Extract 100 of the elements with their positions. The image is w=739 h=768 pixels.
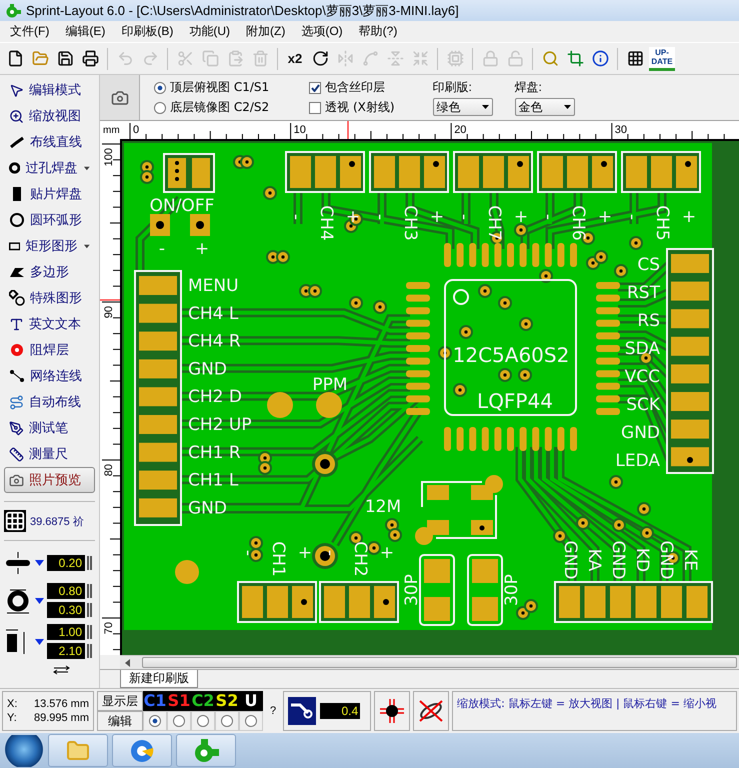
caret-icon[interactable]	[84, 166, 90, 170]
spin-handle-icon[interactable]	[87, 556, 92, 570]
taskbar-button[interactable]	[176, 734, 236, 767]
menu-item[interactable]: 帮助(?)	[350, 23, 406, 40]
start-button[interactable]	[4, 734, 44, 766]
view-radio[interactable]: 底层镜像图 C2/S2	[154, 99, 270, 116]
switch-label: ON/OFF	[150, 196, 214, 216]
radio-button[interactable]	[154, 102, 166, 114]
radio-button[interactable]	[154, 82, 166, 94]
view-checkbox[interactable]: 透视 (X射线)	[309, 99, 395, 116]
layer-toggle[interactable]: C1	[143, 692, 167, 710]
chip-icon	[446, 50, 464, 67]
update-button[interactable]: UP-DATE	[649, 46, 675, 70]
text-icon	[9, 316, 24, 332]
view-checkbox[interactable]: 包含丝印层	[309, 79, 395, 96]
value-field[interactable]: 0.20	[47, 555, 85, 571]
spin-handle-icon[interactable]	[87, 644, 92, 658]
unlock-icon	[506, 50, 524, 67]
value-field[interactable]: 0.80	[47, 583, 85, 599]
menu-item[interactable]: 附加(Z)	[238, 23, 294, 40]
polarity-label: +	[514, 207, 528, 227]
crosshair-button[interactable]	[374, 691, 410, 731]
menu-item[interactable]: 印刷板(B)	[113, 23, 182, 40]
pin-label: CH4 L	[188, 304, 238, 324]
help-mark[interactable]: ?	[266, 705, 280, 717]
spin-handle-icon[interactable]	[87, 625, 92, 639]
spin-handle-icon[interactable]	[87, 584, 92, 598]
tool-button[interactable]: 特殊图形	[4, 285, 95, 311]
pin-label: RS	[637, 311, 660, 331]
horizontal-scrollbar[interactable]	[120, 655, 739, 669]
taskbar-button[interactable]	[112, 734, 172, 767]
menu-item[interactable]: 文件(F)	[2, 23, 58, 40]
menu-item[interactable]: 编辑(E)	[57, 23, 114, 40]
layer-radio[interactable]	[221, 715, 233, 727]
camera-icon	[9, 472, 24, 488]
track-width-field[interactable]: 0.4	[320, 703, 360, 719]
tool-button[interactable]: 布线直线	[4, 129, 95, 155]
layer-radio[interactable]	[173, 715, 185, 727]
probe-icon	[9, 420, 24, 436]
tool-button[interactable]: 多边形	[4, 259, 95, 285]
airwire-button[interactable]	[413, 691, 450, 731]
checkbox[interactable]	[309, 102, 322, 114]
checkbox[interactable]	[309, 82, 322, 94]
pin-label: GND	[188, 359, 227, 380]
pin-label: CH2 UP	[188, 415, 252, 435]
photo-view-button[interactable]	[100, 75, 140, 120]
layer-toggle[interactable]: C2	[191, 692, 215, 710]
caret-icon	[564, 105, 571, 109]
tool-button[interactable]: 圆环弧形	[4, 207, 95, 233]
caret-icon[interactable]	[84, 244, 90, 248]
color-dropdown[interactable]: 绿色	[432, 98, 493, 116]
swap-icon[interactable]	[52, 665, 72, 675]
layer-toggle[interactable]: S2	[215, 692, 239, 710]
caret-icon[interactable]	[35, 560, 44, 566]
layer-radio[interactable]	[197, 715, 209, 727]
crop-icon	[566, 50, 584, 67]
view-radio[interactable]: 顶层俯视图 C1/S1	[154, 79, 270, 96]
tool-button[interactable]: 矩形图形	[4, 233, 95, 259]
tool-button[interactable]: 测量尺	[4, 441, 95, 467]
caret-icon[interactable]	[35, 638, 44, 644]
caret-icon[interactable]	[35, 598, 44, 604]
ruler-label: 30	[614, 124, 628, 136]
board-tab[interactable]: 新建印刷版	[120, 670, 198, 688]
tool-button[interactable]: 过孔焊盘	[4, 155, 95, 181]
left-arrow-icon[interactable]	[124, 658, 132, 666]
value-field[interactable]: 0.30	[47, 602, 85, 618]
layer-toggle[interactable]: S1	[167, 692, 191, 710]
menu-item[interactable]: 选项(O)	[293, 23, 351, 40]
polarity-label: -	[286, 214, 306, 220]
scissors-icon	[176, 50, 194, 67]
color-dropdown[interactable]: 金色	[514, 98, 575, 116]
layer-radio[interactable]	[245, 715, 257, 727]
tool-button[interactable]: 编辑模式	[4, 77, 95, 103]
channel-label: CH2	[350, 541, 370, 577]
dropdown-label: 印刷版:	[432, 79, 473, 96]
scrollbar-thumb[interactable]	[142, 657, 737, 668]
tool-button[interactable]: 缩放视图	[4, 103, 95, 129]
menu-item[interactable]: 功能(U)	[181, 23, 238, 40]
line-icon	[9, 134, 25, 150]
grid-icon[interactable]	[4, 510, 26, 532]
spin-handle-icon[interactable]	[87, 603, 92, 617]
tool-button[interactable]: 测试笔	[4, 415, 95, 441]
ruler-unit: mm	[100, 121, 120, 139]
tool-button[interactable]: 英文文本	[4, 311, 95, 337]
value-field[interactable]: 1.00	[47, 624, 85, 640]
tool-button[interactable]: 网络连线	[4, 363, 95, 389]
ruler-label: 10	[294, 124, 306, 136]
layer-radio[interactable]	[149, 715, 161, 727]
track-icon[interactable]	[288, 697, 316, 725]
tool-button[interactable]: 贴片焊盘	[4, 181, 95, 207]
polarity-label: -	[238, 550, 258, 556]
tool-button[interactable]: 自动布线	[4, 389, 95, 415]
scale-button[interactable]: x2	[284, 48, 306, 70]
grid-size-value: 39.6875 祄	[30, 514, 84, 528]
value-field[interactable]: 2.10	[47, 643, 85, 659]
curve-icon	[362, 50, 378, 67]
zoom-icon	[9, 108, 24, 124]
tool-button[interactable]: 照片预览	[4, 467, 95, 493]
tool-button[interactable]: 阻焊层	[4, 337, 95, 363]
layer-toggle[interactable]: U	[239, 692, 263, 710]
